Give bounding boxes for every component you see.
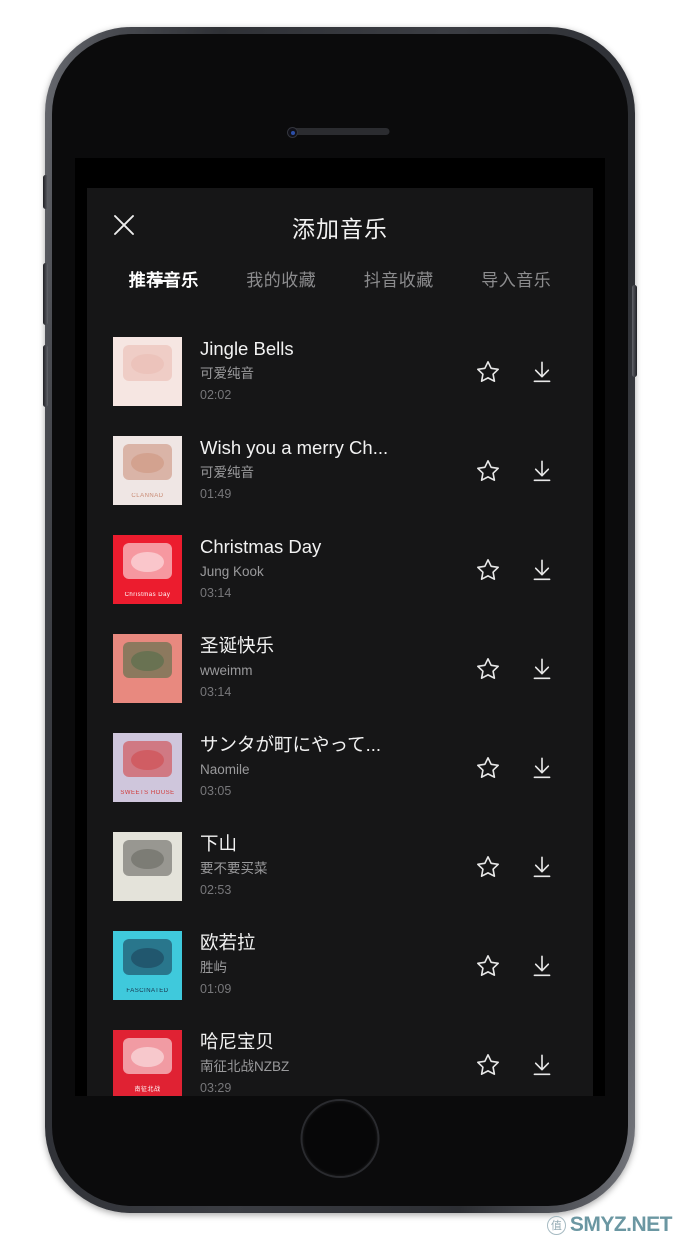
song-title: Christmas Day: [200, 536, 322, 557]
tab-import-music[interactable]: 导入音乐: [458, 264, 576, 291]
song-row[interactable]: FASCINATED 欧若拉胜屿 01:09: [87, 916, 593, 1015]
tab-label: 导入音乐: [481, 271, 552, 290]
song-info: Wish you a merry Ch... 可爱纯音 01:49: [182, 436, 461, 505]
tab-my-favorites[interactable]: 我的收藏: [223, 264, 341, 291]
song-title: 哈尼宝贝: [200, 1031, 275, 1052]
song-title: サンタが町にやって...: [200, 734, 381, 755]
album-cover-caption: Christmas Day: [124, 591, 171, 598]
song-duration: 01:49: [200, 486, 232, 501]
song-duration: 03:29: [200, 1080, 232, 1095]
tab-bar: 推荐音乐 我的收藏 抖音收藏 导入音乐: [87, 264, 593, 318]
song-artist: 南征北战NZBZ: [200, 1059, 290, 1075]
album-cover-caption: CLANNAD: [131, 492, 164, 499]
song-duration: 02:53: [200, 882, 232, 897]
earpiece-speaker: [290, 128, 390, 135]
song-info: 圣诞快乐 wweimm 03:14: [182, 634, 461, 703]
song-duration: 02:02: [200, 387, 232, 402]
site-watermark: 值 SMYZ.NET: [546, 1213, 673, 1237]
song-info: 欧若拉胜屿 01:09: [182, 931, 461, 1000]
tab-label: 推荐音乐: [128, 271, 199, 290]
download-icon[interactable]: [515, 916, 569, 1015]
song-title: 欧若拉: [200, 932, 256, 953]
song-duration: 01:09: [200, 981, 232, 996]
favorite-star-icon[interactable]: [461, 916, 515, 1015]
download-icon[interactable]: [515, 817, 569, 916]
phone-bezel: 添加音乐 推荐音乐 我的收藏 抖音收藏 导入音乐 Jingle Bells 可爱…: [52, 34, 628, 1206]
song-row[interactable]: Jingle Bells 可爱纯音 02:02: [87, 322, 593, 421]
download-icon[interactable]: [515, 421, 569, 520]
front-camera-icon: [287, 127, 298, 138]
album-cover: 南征北战: [113, 1030, 182, 1096]
song-info: Christmas Day Jung Kook 03:14: [182, 535, 461, 604]
song-duration: 03:14: [200, 585, 232, 600]
song-title: 下山: [200, 833, 238, 854]
album-cover: [113, 337, 182, 406]
download-icon[interactable]: [515, 1015, 569, 1096]
song-artist: 可爱纯音: [200, 465, 254, 481]
add-music-sheet: 添加音乐 推荐音乐 我的收藏 抖音收藏 导入音乐 Jingle Bells 可爱…: [87, 188, 593, 1096]
page-title: 添加音乐: [292, 216, 388, 242]
download-icon[interactable]: [515, 718, 569, 817]
song-row[interactable]: 南征北战 哈尼宝贝南征北战NZBZ 03:29: [87, 1015, 593, 1096]
song-duration: 03:05: [200, 783, 232, 798]
album-cover: [113, 832, 182, 901]
watermark-badge: 值: [546, 1215, 566, 1235]
song-row[interactable]: Christmas Day Christmas Day Jung Kook 03:14: [87, 520, 593, 619]
song-row[interactable]: CLANNAD Wish you a merry Ch... 可爱纯音 01:49: [87, 421, 593, 520]
favorite-star-icon[interactable]: [461, 817, 515, 916]
album-cover-caption: FASCINATED: [126, 987, 169, 994]
favorite-star-icon[interactable]: [461, 322, 515, 421]
mute-switch[interactable]: [43, 175, 48, 209]
power-button[interactable]: [632, 285, 637, 377]
song-row[interactable]: 下山要不要买菜 02:53: [87, 817, 593, 916]
song-artist: 胜屿: [200, 960, 227, 976]
song-info: 哈尼宝贝南征北战NZBZ 03:29: [182, 1030, 461, 1096]
tab-label: 抖音收藏: [363, 271, 434, 290]
song-title: Wish you a merry Ch...: [200, 437, 389, 458]
tab-recommended[interactable]: 推荐音乐: [105, 264, 223, 291]
song-artist: 要不要买菜: [200, 861, 268, 877]
song-title: 圣诞快乐: [200, 635, 275, 656]
album-cover-caption: SWEETS HOUSE: [120, 789, 175, 796]
download-icon[interactable]: [515, 619, 569, 718]
favorite-star-icon[interactable]: [461, 1015, 515, 1096]
song-row[interactable]: SWEETS HOUSE サンタが町にやって... Naomile 03:05: [87, 718, 593, 817]
song-list: Jingle Bells 可爱纯音 02:02 CLANNAD Wish you a m…: [87, 318, 593, 1096]
song-row[interactable]: 圣诞快乐 wweimm 03:14: [87, 619, 593, 718]
album-cover-caption: 南征北战: [134, 1086, 161, 1093]
favorite-star-icon[interactable]: [461, 718, 515, 817]
favorite-star-icon[interactable]: [461, 619, 515, 718]
volume-down-button[interactable]: [43, 345, 48, 407]
favorite-star-icon[interactable]: [461, 421, 515, 520]
volume-up-button[interactable]: [43, 263, 48, 325]
watermark-text: SMYZ.NET: [569, 1213, 673, 1236]
favorite-star-icon[interactable]: [461, 520, 515, 619]
home-button[interactable]: [300, 1099, 380, 1178]
album-cover: Christmas Day: [113, 535, 182, 604]
song-info: Jingle Bells 可爱纯音 02:02: [182, 337, 461, 406]
album-cover: SWEETS HOUSE: [113, 733, 182, 802]
screenshot-root: 添加音乐 推荐音乐 我的收藏 抖音收藏 导入音乐 Jingle Bells 可爱…: [0, 0, 680, 1245]
download-icon[interactable]: [515, 520, 569, 619]
phone-device-frame: 添加音乐 推荐音乐 我的收藏 抖音收藏 导入音乐 Jingle Bells 可爱…: [43, 27, 637, 1213]
album-cover: FASCINATED: [113, 931, 182, 1000]
tab-label: 我的收藏: [246, 271, 317, 290]
album-cover: CLANNAD: [113, 436, 182, 505]
song-info: サンタが町にやって... Naomile 03:05: [182, 733, 461, 802]
song-info: 下山要不要买菜 02:53: [182, 832, 461, 901]
download-icon[interactable]: [515, 322, 569, 421]
phone-screen: 添加音乐 推荐音乐 我的收藏 抖音收藏 导入音乐 Jingle Bells 可爱…: [75, 158, 605, 1096]
tab-active-indicator: [153, 279, 174, 282]
song-artist: wweimm: [200, 663, 253, 679]
song-duration: 03:14: [200, 684, 232, 699]
album-cover: [113, 634, 182, 703]
tab-douyin-favorites[interactable]: 抖音收藏: [340, 264, 458, 291]
sheet-header: 添加音乐: [87, 188, 593, 264]
song-title: Jingle Bells: [200, 338, 294, 359]
song-artist: 可爱纯音: [200, 366, 254, 382]
song-artist: Jung Kook: [200, 564, 264, 580]
song-artist: Naomile: [200, 762, 250, 778]
